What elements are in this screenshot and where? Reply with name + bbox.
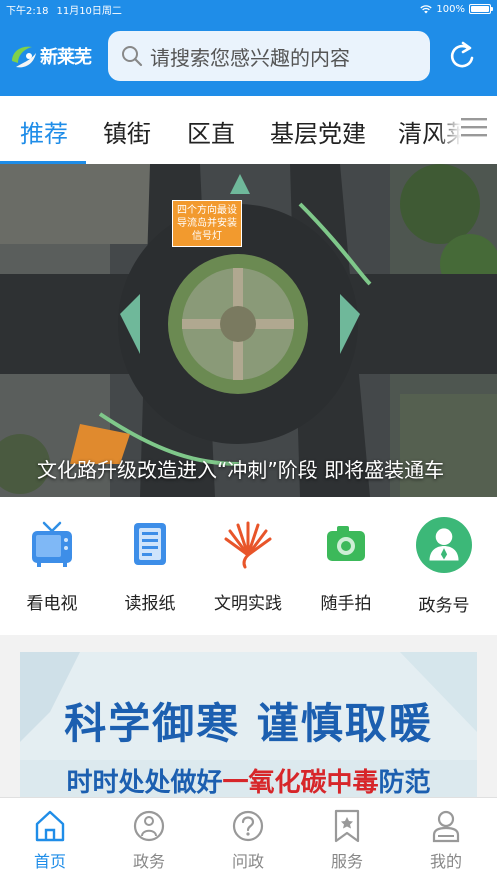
news-banner[interactable]: 四个方向最设导流岛并安装信号灯 文化路升级改造进入“冲刺”阶段 即将盛装通车: [0, 164, 497, 497]
nav-home[interactable]: 首页: [20, 808, 80, 872]
roundabout-photo: [0, 164, 497, 497]
category-tabs: 推荐 镇街 区直 基层党建 清风莱: [0, 96, 497, 164]
nav-label: 我的: [429, 852, 462, 871]
nav-profile[interactable]: 我的: [416, 808, 476, 872]
app-header: 下午2:18 11月10日周二 100% 新莱芜 请搜索您感兴趣的内容: [0, 0, 497, 96]
service-government-account[interactable]: 政务号: [404, 517, 484, 616]
status-date: 11月10日周二: [56, 5, 122, 17]
app-logo: 新莱芜: [8, 41, 100, 71]
notice-subtitle-pre: 时时处处做好: [66, 768, 223, 798]
service-label: 看电视: [26, 594, 78, 614]
notice-card[interactable]: 科学御寒 谨慎取暖 时时处处做好一氧化碳中毒防范: [20, 652, 477, 802]
nav-label: 问政: [231, 852, 264, 871]
status-time: 下午2:18: [6, 5, 49, 17]
battery-percent: 100%: [436, 3, 465, 15]
service-label: 随手拍: [320, 594, 372, 614]
menu-icon[interactable]: [461, 116, 487, 138]
question-icon: [232, 810, 264, 842]
newspaper-icon: [134, 523, 166, 565]
tab-party-building[interactable]: 基层党建: [270, 114, 366, 149]
tab-towns[interactable]: 镇街: [103, 114, 151, 149]
services-row: 看电视 读报纸 文明实践 随手拍 政务号: [0, 497, 497, 635]
road-sign-overlay: 四个方向最设导流岛并安装信号灯: [172, 200, 242, 247]
search-input[interactable]: 请搜索您感兴趣的内容: [108, 31, 430, 81]
profile-icon: [432, 810, 460, 843]
notice-subtitle: 时时处处做好一氧化碳中毒防范: [20, 762, 477, 799]
refresh-icon[interactable]: [448, 40, 476, 72]
tab-recommend[interactable]: 推荐: [20, 114, 68, 149]
service-label: 读报纸: [124, 594, 176, 614]
service-civilization-practice[interactable]: 文明实践: [208, 517, 288, 614]
service-snapshot[interactable]: 随手拍: [306, 517, 386, 614]
service-bookmark-icon: [334, 809, 360, 843]
wifi-icon: [420, 4, 433, 13]
tv-icon: [32, 521, 72, 567]
notice-subtitle-post: 防范: [378, 768, 431, 798]
bottom-navigation: 首页 政务 问政 服务 我的: [0, 797, 497, 883]
service-label: 文明实践: [214, 594, 282, 614]
banner-caption: 文化路升级改造进入“冲刺”阶段 即将盛装通车: [37, 458, 445, 482]
nav-inquiry[interactable]: 问政: [218, 808, 278, 872]
search-placeholder: 请搜索您感兴趣的内容: [150, 45, 350, 70]
civilization-practice-icon: [224, 521, 272, 569]
service-read-newspaper[interactable]: 读报纸: [110, 517, 190, 614]
camera-icon: [327, 526, 365, 561]
notice-title: 科学御寒 谨慎取暖: [64, 699, 433, 748]
nav-government[interactable]: 政务: [119, 808, 179, 872]
service-watch-tv[interactable]: 看电视: [12, 517, 92, 614]
service-label: 政务号: [418, 596, 470, 616]
nav-service[interactable]: 服务: [317, 808, 377, 872]
logo-icon: [12, 46, 36, 68]
tab-district-direct[interactable]: 区直: [187, 114, 235, 149]
nav-label: 服务: [330, 852, 363, 871]
home-icon: [35, 810, 65, 842]
status-bar: 下午2:18 11月10日周二 100%: [0, 0, 497, 18]
government-account-icon: [416, 517, 472, 573]
notice-subtitle-highlight: 一氧化碳中毒: [222, 768, 379, 798]
nav-label: 政务: [132, 852, 165, 871]
search-icon: [122, 46, 143, 67]
logo-text: 新莱芜: [40, 47, 92, 68]
government-icon: [133, 810, 165, 842]
battery-icon: [469, 4, 493, 14]
nav-label: 首页: [33, 852, 66, 871]
